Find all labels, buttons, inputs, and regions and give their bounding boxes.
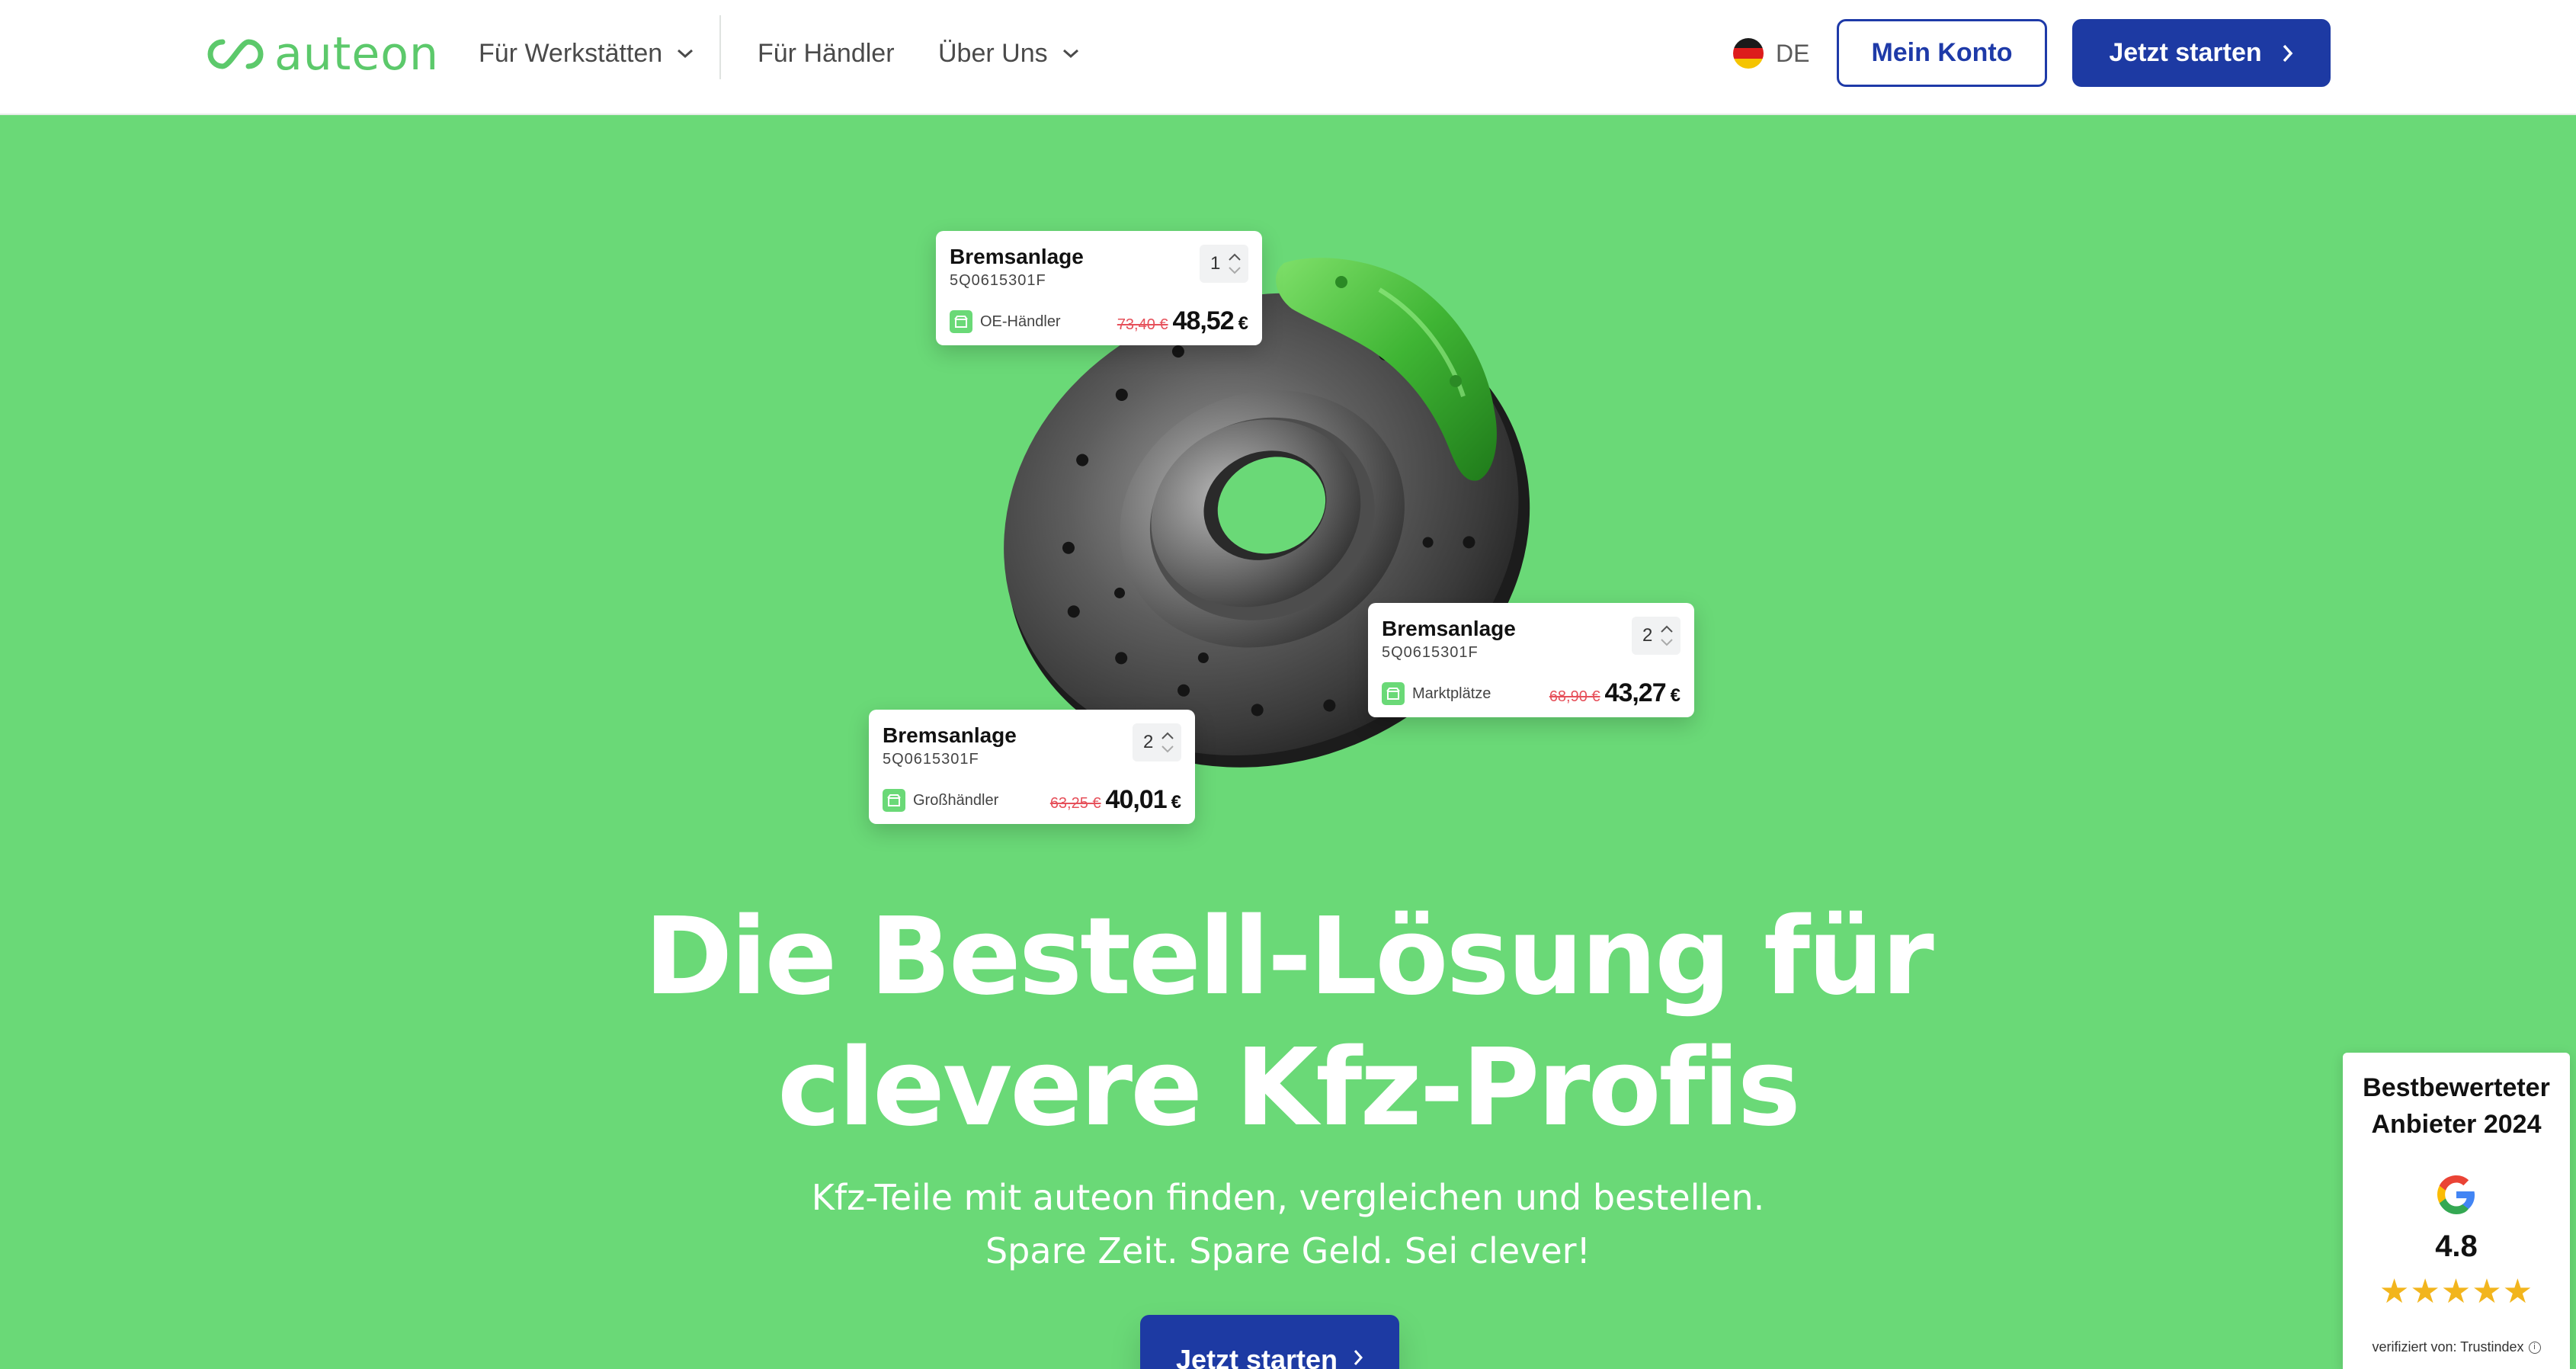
nav-divider [719,15,721,79]
card-source-label: Großhändler [913,791,999,809]
hero-get-started-button[interactable]: Jetzt starten [1140,1315,1399,1369]
quantity-value: 1 [1210,253,1221,274]
hero-subline: Kfz-Teile mit auteon finden, vergleichen… [602,1171,1974,1278]
headline-line-2: clevere Kfz-Profis [777,1026,1801,1150]
new-price: 40,01 [1105,785,1168,814]
navbar: auteon Für Werkstätten Für Händler Über … [0,0,2576,115]
new-price: 43,27 [1604,678,1667,707]
old-price: 63,25 € [1049,795,1101,812]
old-price: 68,90 € [1549,688,1600,705]
subline-line-1: Kfz-Teile mit auteon finden, vergleichen… [811,1177,1765,1218]
currency-symbol: € [1670,685,1680,706]
language-label: DE [1776,39,1810,67]
product-card-marketplace[interactable]: Bremsanlage 5Q0615301F 2 Marktplätze 68,… [1368,603,1694,717]
card-source: OE-Händler [950,310,1061,333]
card-title: Bremsanlage [950,245,1084,268]
nav-item-werkstaetten[interactable]: Für Werkstätten [479,34,694,73]
nav-item-label: Über Uns [938,38,1048,68]
quantity-value: 2 [1642,625,1653,646]
subline-line-2: Spare Zeit. Spare Geld. Sei clever! [985,1230,1591,1271]
store-icon [950,310,972,333]
stepper-arrows-icon[interactable] [1160,729,1175,755]
stepper-arrows-icon[interactable] [1227,251,1242,277]
trust-score: 4.8 [2435,1230,2478,1263]
product-card-oe[interactable]: Bremsanlage 5Q0615301F 1 OE-Händler 73,4… [936,231,1262,345]
card-sku: 5Q0615301F [1382,644,1479,661]
currency-symbol: € [1171,792,1181,813]
card-price: 73,40 € 48,52 € [1117,306,1248,336]
chevron-down-icon [678,49,694,59]
hero-cta-label: Jetzt starten [1175,1344,1338,1369]
store-icon [883,789,905,812]
card-price: 63,25 € 40,01 € [1050,785,1181,815]
card-title: Bremsanlage [883,723,1017,747]
germany-flag-icon [1733,38,1764,69]
product-card-wholesale[interactable]: Bremsanlage 5Q0615301F 2 Großhändler 63,… [869,710,1195,824]
info-icon[interactable]: i [2528,1341,2541,1354]
card-source-label: OE-Händler [980,313,1061,330]
card-source: Großhändler [883,789,998,812]
card-source: Marktplätze [1382,682,1491,705]
quantity-stepper[interactable]: 2 [1133,723,1181,761]
trust-title-line-1: Bestbewerteter [2363,1073,2550,1102]
headline-line-1: Die Bestell-Lösung für [644,895,1934,1019]
trustindex-widget[interactable]: Bestbewerteter Anbieter 2024 4.8 ★★★★★ v… [2343,1053,2570,1369]
rating-stars-icon: ★★★★★ [2379,1273,2534,1310]
nav-item-label: Für Händler [758,38,895,68]
card-sku: 5Q0615301F [883,751,979,768]
chevron-right-icon [1354,1350,1363,1365]
verified-label: verifiziert von: Trustindex [2372,1339,2524,1355]
old-price: 73,40 € [1117,316,1168,333]
store-icon [1382,682,1405,705]
card-source-label: Marktplätze [1412,684,1491,702]
get-started-label: Jetzt starten [2109,38,2262,67]
card-sku: 5Q0615301F [950,272,1046,289]
card-title: Bremsanlage [1382,617,1516,640]
quantity-stepper[interactable]: 2 [1632,617,1680,655]
verified-by: verifiziert von: Trustindex i [2343,1339,2570,1355]
card-price: 68,90 € 43,27 € [1549,678,1680,708]
trust-title: Bestbewerteter Anbieter 2024 [2343,1069,2570,1143]
google-icon [2437,1175,2475,1214]
stepper-arrows-icon[interactable] [1659,623,1674,649]
my-account-button[interactable]: Mein Konto [1837,19,2047,87]
logo-text: auteon [274,27,439,81]
nav-item-ueber-uns[interactable]: Über Uns [938,34,1080,73]
chevron-right-icon [2283,44,2292,62]
quantity-value: 2 [1143,732,1154,752]
hero-headline: Die Bestell-Lösung für clevere Kfz-Profi… [526,892,2050,1154]
quantity-stepper[interactable]: 1 [1200,245,1248,283]
logo-infinity-icon [207,39,264,69]
language-selector[interactable]: DE [1733,37,1809,70]
nav-item-haendler[interactable]: Für Händler [758,34,895,73]
trust-title-line-2: Anbieter 2024 [2371,1110,2542,1139]
nav-item-label: Für Werkstätten [479,38,663,68]
logo[interactable]: auteon [207,27,439,81]
new-price: 48,52 [1172,306,1235,335]
chevron-down-icon [1062,49,1078,59]
get-started-button[interactable]: Jetzt starten [2072,19,2331,87]
currency-symbol: € [1238,313,1248,334]
